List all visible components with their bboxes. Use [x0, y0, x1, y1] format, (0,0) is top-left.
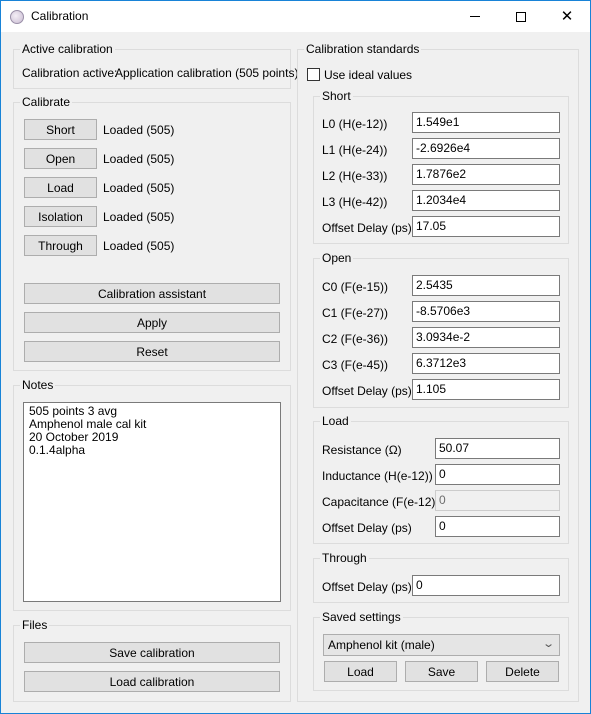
load-button[interactable]: Load — [24, 177, 97, 198]
open-offset-delay-input[interactable]: 1.105 — [412, 379, 560, 400]
c2-label: C2 (F(e-36)) — [322, 332, 389, 346]
open-offset-delay-label: Offset Delay (ps) — [322, 384, 412, 398]
notes-legend: Notes — [22, 378, 54, 392]
saved-delete-button[interactable]: Delete — [486, 661, 559, 682]
save-calibration-button[interactable]: Save calibration — [24, 642, 280, 663]
l3-input[interactable]: 1.2034e4 — [412, 190, 560, 211]
chevron-down-icon: ⌄ — [541, 638, 555, 650]
l2-input[interactable]: 1.7876e2 — [412, 164, 560, 185]
through-offset-delay-label: Offset Delay (ps) — [322, 580, 412, 594]
use-ideal-values-label: Use ideal values — [324, 68, 413, 82]
l0-label: L0 (H(e-12)) — [322, 117, 388, 131]
app-icon — [10, 10, 24, 24]
isolation-button[interactable]: Isolation — [24, 206, 97, 227]
reset-button[interactable]: Reset — [24, 341, 280, 362]
calibration-active-label: Calibration active: — [22, 66, 118, 80]
apply-button[interactable]: Apply — [24, 312, 280, 333]
active-calibration-legend: Active calibration — [22, 42, 113, 56]
open-legend: Open — [322, 251, 352, 265]
inductance-input[interactable]: 0 — [435, 464, 560, 485]
window-title: Calibration — [31, 9, 89, 23]
through-status: Loaded (505) — [103, 239, 175, 253]
maximize-button[interactable] — [498, 1, 544, 32]
notes-textarea[interactable]: 505 points 3 avg Amphenol male cal kit 2… — [23, 402, 281, 602]
load-calibration-button[interactable]: Load calibration — [24, 671, 280, 692]
maximize-icon — [516, 11, 526, 22]
l0-input[interactable]: 1.549e1 — [412, 112, 560, 133]
calibration-standards-legend: Calibration standards — [306, 42, 420, 56]
short-status: Loaded (505) — [103, 123, 175, 137]
c0-label: C0 (F(e-15)) — [322, 280, 389, 294]
through-legend: Through — [322, 551, 367, 565]
load-offset-delay-input[interactable]: 0 — [435, 516, 560, 537]
short-button[interactable]: Short — [24, 119, 97, 140]
l3-label: L3 (H(e-42)) — [322, 195, 388, 209]
saved-settings-selected: Amphenol kit (male) — [328, 638, 435, 652]
capacitance-input: 0 — [435, 490, 560, 511]
isolation-status: Loaded (505) — [103, 210, 175, 224]
open-status: Loaded (505) — [103, 152, 175, 166]
saved-save-button[interactable]: Save — [405, 661, 478, 682]
c2-input[interactable]: 3.0934e-2 — [412, 327, 560, 348]
resistance-input[interactable]: 50.07 — [435, 438, 560, 459]
saved-settings-dropdown[interactable]: Amphenol kit (male) ⌄ — [323, 634, 560, 656]
minimize-button[interactable] — [452, 1, 498, 32]
short-offset-delay-label: Offset Delay (ps) — [322, 221, 412, 235]
open-button[interactable]: Open — [24, 148, 97, 169]
minimize-icon — [470, 16, 480, 17]
short-legend: Short — [322, 89, 351, 103]
short-offset-delay-input[interactable]: 17.05 — [412, 216, 560, 237]
resistance-label: Resistance (Ω) — [322, 443, 402, 457]
close-button[interactable]: ✕ — [544, 1, 590, 32]
c1-label: C1 (F(e-27)) — [322, 306, 389, 320]
notes-line: 0.1.4alpha — [29, 443, 86, 457]
through-button[interactable]: Through — [24, 235, 97, 256]
use-ideal-values-checkbox[interactable] — [307, 68, 320, 81]
l2-label: L2 (H(e-33)) — [322, 169, 388, 183]
c3-input[interactable]: 6.3712e3 — [412, 353, 560, 374]
inductance-label: Inductance (H(e-12)) — [322, 469, 433, 483]
c1-input[interactable]: -8.5706e3 — [412, 301, 560, 322]
calibration-active-value: Application calibration (505 points) — [115, 66, 299, 80]
l1-label: L1 (H(e-24)) — [322, 143, 388, 157]
title-bar: Calibration ✕ — [1, 1, 590, 32]
saved-load-button[interactable]: Load — [324, 661, 397, 682]
calibrate-legend: Calibrate — [22, 95, 71, 109]
calibration-assistant-button[interactable]: Calibration assistant — [24, 283, 280, 304]
capacitance-label: Capacitance (F(e-12)) — [322, 495, 440, 509]
calibration-window: Calibration ✕ Active calibration Calibra… — [0, 0, 591, 714]
c0-input[interactable]: 2.5435 — [412, 275, 560, 296]
files-legend: Files — [22, 618, 48, 632]
load-legend: Load — [322, 414, 349, 428]
c3-label: C3 (F(e-45)) — [322, 358, 389, 372]
l1-input[interactable]: -2.6926e4 — [412, 138, 560, 159]
load-status: Loaded (505) — [103, 181, 175, 195]
saved-settings-legend: Saved settings — [322, 610, 401, 624]
through-offset-delay-input[interactable]: 0 — [412, 575, 560, 596]
close-icon: ✕ — [560, 8, 574, 25]
load-offset-delay-label: Offset Delay (ps) — [322, 521, 412, 535]
